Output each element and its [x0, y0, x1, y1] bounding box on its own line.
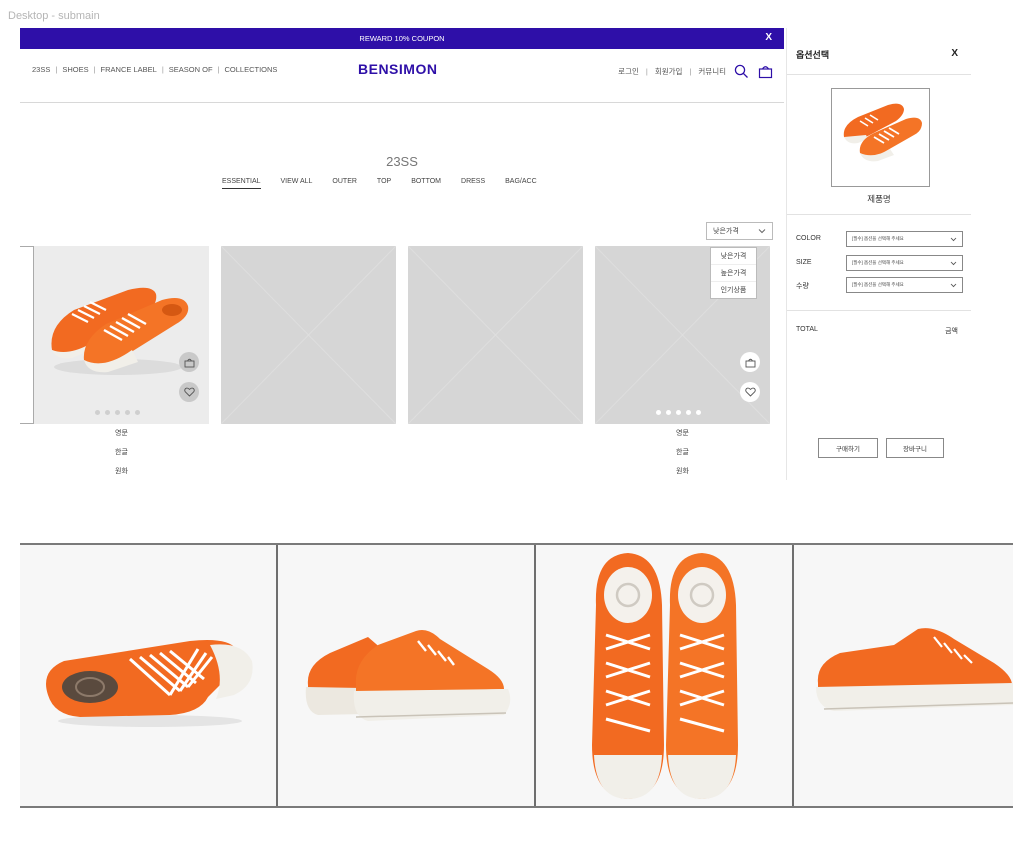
product-gallery-strip — [20, 543, 1013, 808]
signup-link[interactable]: 회원가입 — [655, 66, 683, 77]
chevron-down-icon — [758, 229, 766, 234]
community-link[interactable]: 커뮤니티 — [698, 66, 726, 77]
product-price: 원화 — [676, 468, 689, 475]
total-amount: 금액 — [945, 328, 958, 335]
top-navigation: 23SS | SHOES | FRANCE LABEL | SEASON OF … — [20, 49, 784, 103]
add-to-cart-button[interactable] — [179, 352, 199, 372]
nav-item-shoes[interactable]: SHOES — [62, 65, 88, 74]
divider — [787, 310, 971, 311]
product-thumbnail — [831, 88, 930, 187]
image-pagination — [95, 410, 140, 415]
tab-view-all[interactable]: VIEW ALL — [281, 178, 313, 189]
promo-banner[interactable]: REWARD 10% COUPON X — [20, 28, 784, 49]
size-select[interactable]: [필수] 옵션을 선택해 주세요 — [846, 255, 963, 271]
option-panel: 옵션선택 X 제품명 COLOR [필수] 옵션을 선택해 주세요 SIZE [… — [786, 28, 971, 480]
gallery-image-side-top[interactable] — [20, 545, 276, 806]
category-title: 23SS — [386, 154, 418, 169]
tab-bottom[interactable]: BOTTOM — [411, 178, 441, 189]
product-info: 영문 한글 원화 — [34, 424, 209, 480]
product-image — [51, 287, 189, 375]
gallery-image-side-profile[interactable] — [794, 545, 1013, 806]
sort-select[interactable]: 낮은가격 — [706, 222, 773, 240]
nav-separator: | — [689, 66, 692, 76]
nav-separator: | — [217, 65, 220, 74]
heart-icon — [744, 387, 756, 397]
tab-bag-acc[interactable]: BAG/ACC — [505, 178, 537, 189]
nav-separator: | — [645, 66, 648, 76]
image-pagination — [656, 410, 701, 415]
sort-option-high-price[interactable]: 높은가격 — [711, 265, 756, 282]
wishlist-button[interactable] — [740, 382, 760, 402]
size-label: SIZE — [796, 259, 812, 266]
product-image-placeholder[interactable] — [221, 246, 396, 424]
product-name-ko[interactable]: 한글 — [34, 443, 209, 462]
add-to-cart-button[interactable]: 장바구니 — [886, 438, 944, 458]
shopping-bag-icon[interactable] — [756, 62, 774, 80]
search-icon[interactable] — [732, 62, 750, 80]
chevron-down-icon — [950, 237, 957, 241]
carousel-prev-edge[interactable] — [20, 246, 34, 424]
product-price: 원화 — [115, 468, 128, 475]
brand-logo[interactable]: BENSIMON — [358, 61, 437, 77]
panel-title: 옵션선택 — [796, 50, 830, 60]
color-select[interactable]: [필수] 옵션을 선택해 주세요 — [846, 231, 963, 247]
promo-close-button[interactable]: X — [765, 32, 772, 43]
nav-item-france-label[interactable]: FRANCE LABEL — [101, 65, 157, 74]
sort-dropdown: 낮은가격 높은가격 인기상품 — [710, 247, 757, 299]
shop-frame: REWARD 10% COUPON X 23SS | SHOES | FRANC… — [20, 28, 784, 480]
nav-separator: | — [55, 65, 58, 74]
nav-item-collections[interactable]: COLLECTIONS — [224, 65, 277, 74]
quantity-label: 수량 — [796, 283, 809, 290]
divider — [787, 74, 971, 75]
tab-dress[interactable]: DRESS — [461, 178, 485, 189]
buy-now-button[interactable]: 구매하기 — [818, 438, 878, 458]
chevron-down-icon — [950, 283, 957, 287]
product-card[interactable] — [34, 246, 209, 424]
gallery-image-side-pair[interactable] — [278, 545, 534, 806]
shopping-bag-icon — [745, 358, 755, 367]
product-name-ko[interactable]: 한글 — [595, 443, 770, 462]
divider — [787, 214, 971, 215]
category-tabs: ESSENTIAL VIEW ALL OUTER TOP BOTTOM DRES… — [222, 178, 557, 189]
total-label: TOTAL — [796, 326, 818, 333]
heart-icon — [183, 387, 195, 397]
quantity-select-placeholder: [필수] 옵션을 선택해 주세요 — [852, 282, 904, 287]
frame-title: Desktop - submain — [8, 10, 100, 22]
account-menu: 로그인 | 회원가입 | 커뮤니티 — [618, 62, 774, 80]
product-name: 제품명 — [867, 194, 891, 204]
nav-item-23ss[interactable]: 23SS — [32, 65, 50, 74]
product-image-placeholder[interactable] — [408, 246, 583, 424]
sort-option-popular[interactable]: 인기상품 — [711, 282, 756, 298]
sort-option-low-price[interactable]: 낮은가격 — [711, 248, 756, 265]
wishlist-button[interactable] — [179, 382, 199, 402]
sort-selected: 낮은가격 — [713, 228, 739, 235]
quantity-select[interactable]: [필수] 옵션을 선택해 주세요 — [846, 277, 963, 293]
color-label: COLOR — [796, 235, 821, 242]
gallery-image-top-view[interactable] — [536, 545, 792, 806]
tab-outer[interactable]: OUTER — [332, 178, 357, 189]
size-select-placeholder: [필수] 옵션을 선택해 주세요 — [852, 260, 904, 265]
tab-essential[interactable]: ESSENTIAL — [222, 178, 261, 189]
product-name-en[interactable]: 영문 — [34, 424, 209, 443]
shopping-bag-icon — [184, 358, 194, 367]
promo-text: REWARD 10% COUPON — [359, 34, 445, 43]
product-info: 영문 한글 원화 — [595, 424, 770, 480]
product-name-en[interactable]: 영문 — [595, 424, 770, 443]
color-select-placeholder: [필수] 옵션을 선택해 주세요 — [852, 236, 904, 241]
chevron-down-icon — [950, 261, 957, 265]
login-link[interactable]: 로그인 — [618, 66, 639, 77]
nav-separator: | — [93, 65, 96, 74]
nav-menu: 23SS | SHOES | FRANCE LABEL | SEASON OF … — [32, 65, 277, 74]
nav-separator: | — [161, 65, 164, 74]
panel-close-button[interactable]: X — [951, 48, 958, 59]
add-to-cart-button[interactable] — [740, 352, 760, 372]
tab-top[interactable]: TOP — [377, 178, 391, 189]
nav-item-season-of[interactable]: SEASON OF — [169, 65, 213, 74]
